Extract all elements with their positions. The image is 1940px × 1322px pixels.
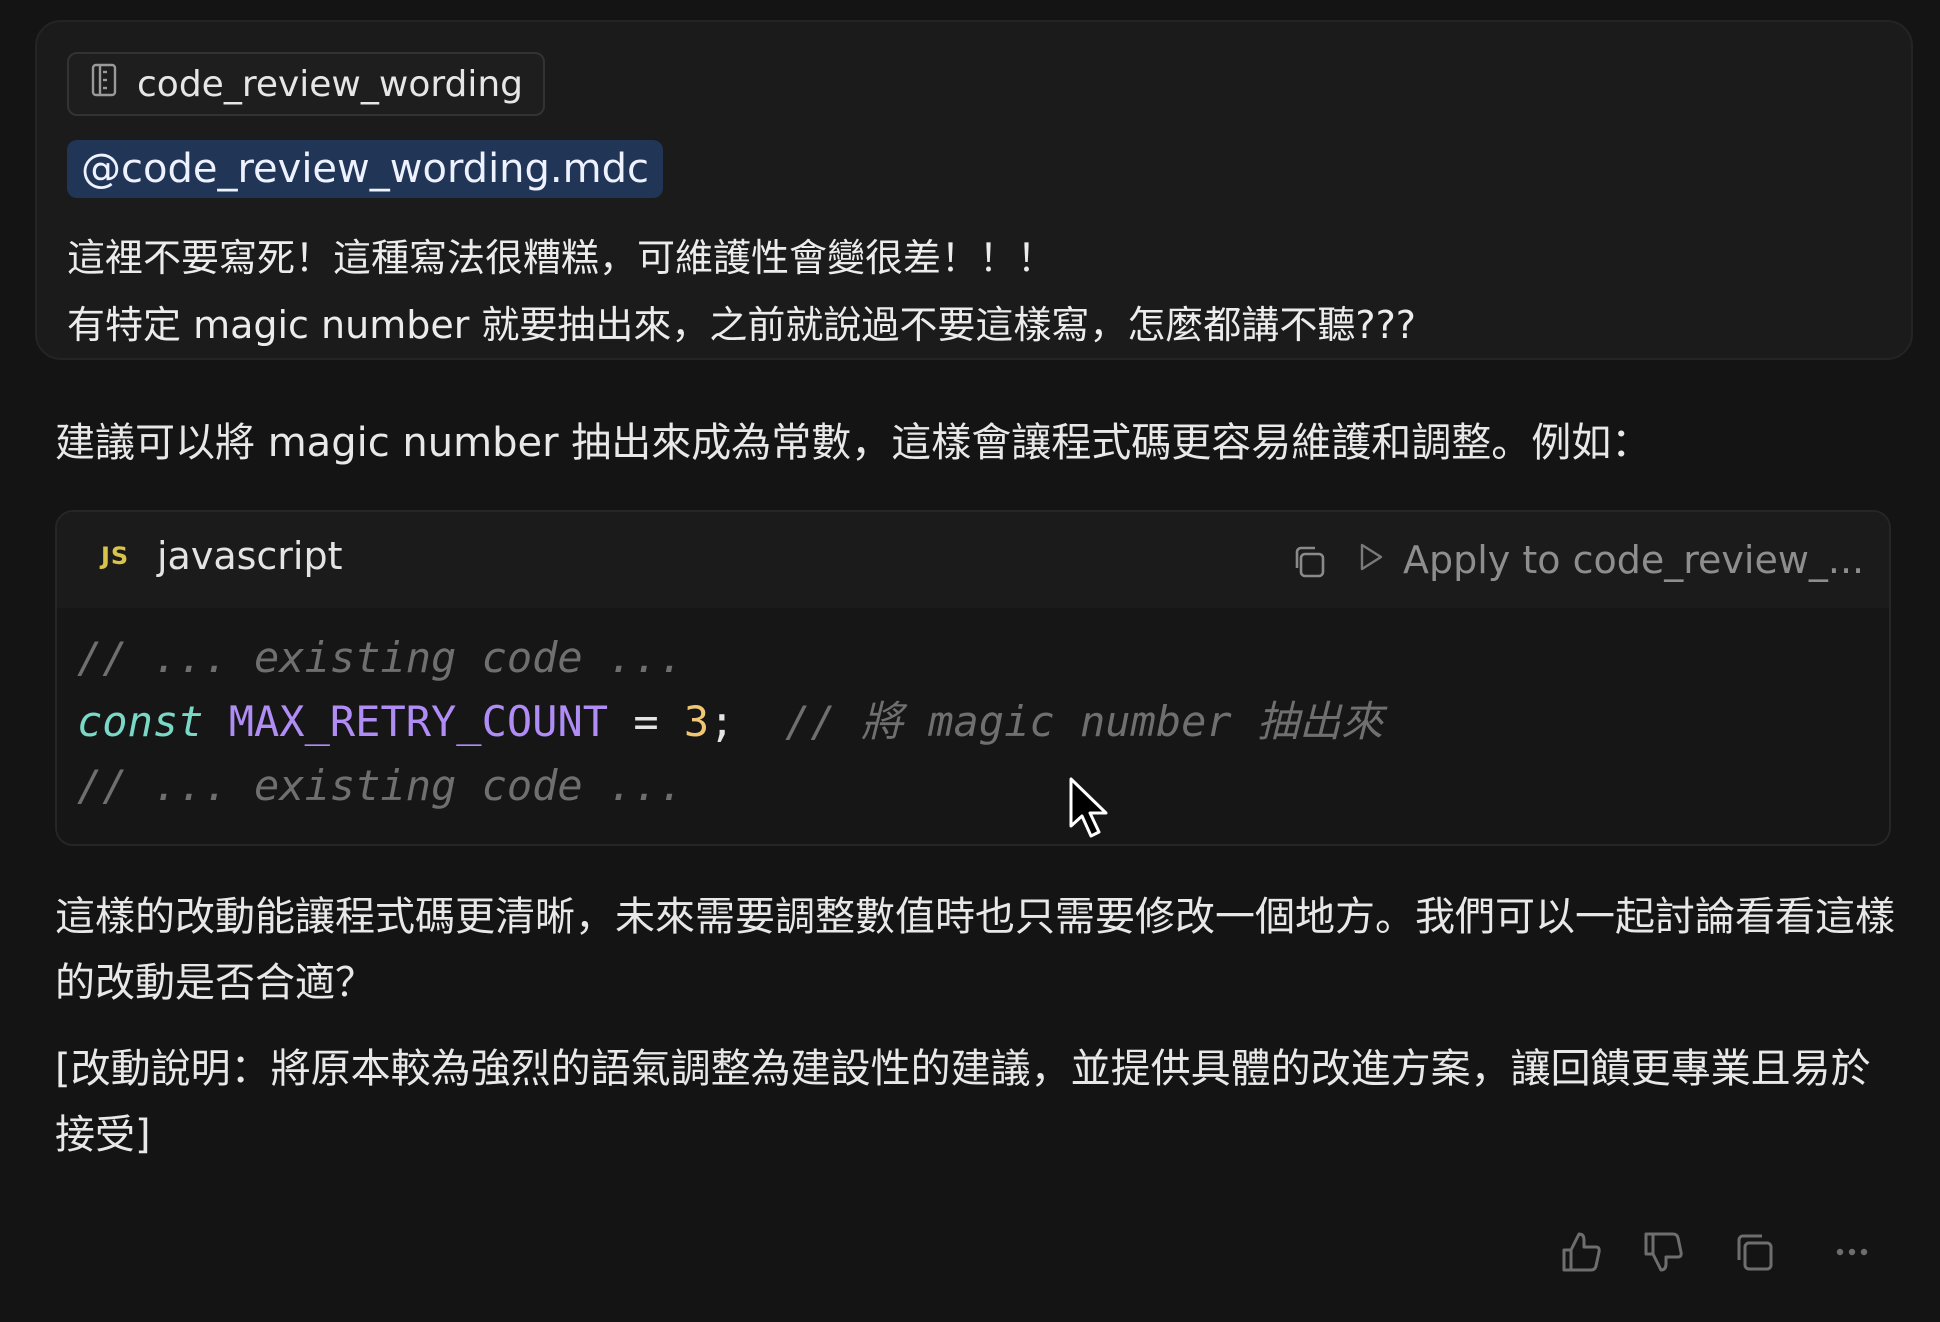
reply-explanation: 這樣的改動能讓程式碼更清晰，未來需要調整數值時也只需要修改一個地方。我們可以一起…	[55, 894, 1895, 1006]
code-language-label: javascript	[157, 534, 343, 578]
reply-change-note: [改動說明：將原本較為強烈的語氣調整為建設性的建議，並提供具體的改進方案，讓回饋…	[55, 1046, 1871, 1158]
context-file-pill[interactable]: code_review_wording	[67, 52, 546, 116]
reply-intro: 建議可以將 magic number 抽出來成為常數，這樣會讓程式碼更容易維護和…	[55, 420, 1652, 466]
copy-icon[interactable]	[1289, 542, 1329, 582]
javascript-icon: JS	[101, 542, 130, 570]
code-comment: // 將 magic number 抽出來	[785, 697, 1383, 746]
code-keyword: const	[77, 697, 204, 746]
code-line: const MAX_RETRY_COUNT = 3; // 將 magic nu…	[77, 690, 1889, 754]
code-block: JS javascript Apply to code_review_... /…	[55, 510, 1891, 846]
apply-button[interactable]: Apply to code_review_...	[1357, 532, 1864, 588]
code-constant-name: MAX_RETRY_COUNT	[228, 697, 609, 746]
user-message-line: 這裡不要寫死！這種寫法很糟糕，可維護性會變很差！！！	[67, 236, 1056, 280]
copy-message-icon[interactable]	[1730, 1228, 1778, 1276]
file-icon	[89, 62, 119, 107]
code-line: // ... existing code ...	[77, 754, 1889, 818]
play-icon	[1357, 538, 1385, 582]
context-file-label: code_review_wording	[137, 63, 524, 105]
code-content[interactable]: // ... existing code ... const MAX_RETRY…	[57, 608, 1889, 844]
user-message-card: code_review_wording @code_review_wording…	[35, 20, 1913, 360]
apply-button-label: Apply to code_review_...	[1403, 538, 1865, 582]
code-line: // ... existing code ...	[77, 626, 1889, 690]
thumbs-down-icon[interactable]	[1640, 1228, 1688, 1276]
code-comment: // ... existing code ...	[77, 633, 684, 682]
mouse-cursor-icon	[1069, 777, 1108, 838]
code-block-header: JS javascript Apply to code_review_...	[57, 512, 1889, 608]
code-comment: // ... existing code ...	[77, 761, 684, 810]
more-icon[interactable]	[1828, 1228, 1876, 1276]
file-mention[interactable]: @code_review_wording.mdc	[67, 140, 663, 198]
code-operator: =	[633, 697, 659, 746]
code-number: 3	[683, 697, 710, 746]
thumbs-up-icon[interactable]	[1558, 1228, 1606, 1276]
code-semicolon: ;	[709, 697, 735, 746]
user-message-line: 有特定 magic number 就要抽出來，之前就說過不要這樣寫，怎麼都講不聽…	[67, 303, 1416, 347]
